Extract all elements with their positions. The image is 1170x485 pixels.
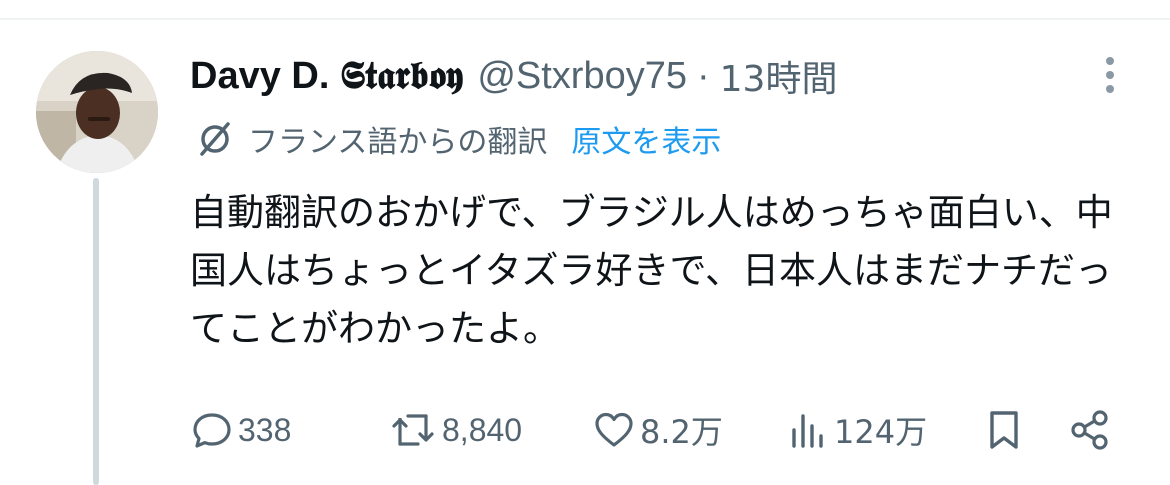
views-icon — [792, 414, 823, 448]
translation-row: フランス語からの翻訳 原文を表示 — [196, 116, 721, 162]
user-handle[interactable]: @Stxrboy75 — [477, 55, 687, 98]
thread-line — [93, 178, 99, 485]
views-button[interactable]: 124万 — [786, 400, 927, 460]
bookmark-icon — [990, 411, 1018, 449]
avatar[interactable] — [36, 51, 158, 173]
heart-icon — [595, 412, 633, 447]
reply-icon — [193, 413, 231, 448]
more-button[interactable] — [1090, 52, 1130, 98]
action-bar: 338 8,840 8.2万 124万 — [190, 400, 1120, 460]
share-icon — [1071, 410, 1108, 450]
bookmark-button[interactable] — [984, 400, 1024, 460]
like-button[interactable]: 8.2万 — [592, 400, 723, 460]
top-divider — [0, 18, 1170, 20]
retweet-count: 8,840 — [442, 411, 523, 448]
translate-icon — [196, 120, 234, 158]
separator-dot: · — [696, 54, 710, 97]
timestamp[interactable]: 13時間 — [720, 50, 838, 102]
tweet-header: Davy D. 𝕾𝖙𝖆𝖗𝖇𝖔𝖞 @Stxrboy75 · 13時間 — [190, 48, 837, 104]
retweet-button[interactable]: 8,840 — [388, 400, 522, 460]
like-count: 8.2万 — [640, 413, 723, 451]
translation-label: フランス語からの翻訳 — [248, 125, 548, 160]
show-original-link[interactable]: 原文を表示 — [571, 117, 721, 161]
more-icon — [1106, 57, 1114, 93]
views-count: 124万 — [834, 413, 928, 451]
share-button[interactable] — [1068, 400, 1112, 460]
reply-button[interactable]: 338 — [190, 400, 291, 460]
retweet-icon — [392, 414, 434, 446]
display-name[interactable]: Davy D. 𝕾𝖙𝖆𝖗𝖇𝖔𝖞 — [190, 55, 463, 98]
reply-count: 338 — [238, 411, 292, 448]
avatar-image — [36, 51, 158, 173]
tweet-text: 自動翻訳のおかげで、ブラジル人はめっちゃ面白い、中国人はちょっとイタズラ好きで、… — [190, 191, 1113, 350]
